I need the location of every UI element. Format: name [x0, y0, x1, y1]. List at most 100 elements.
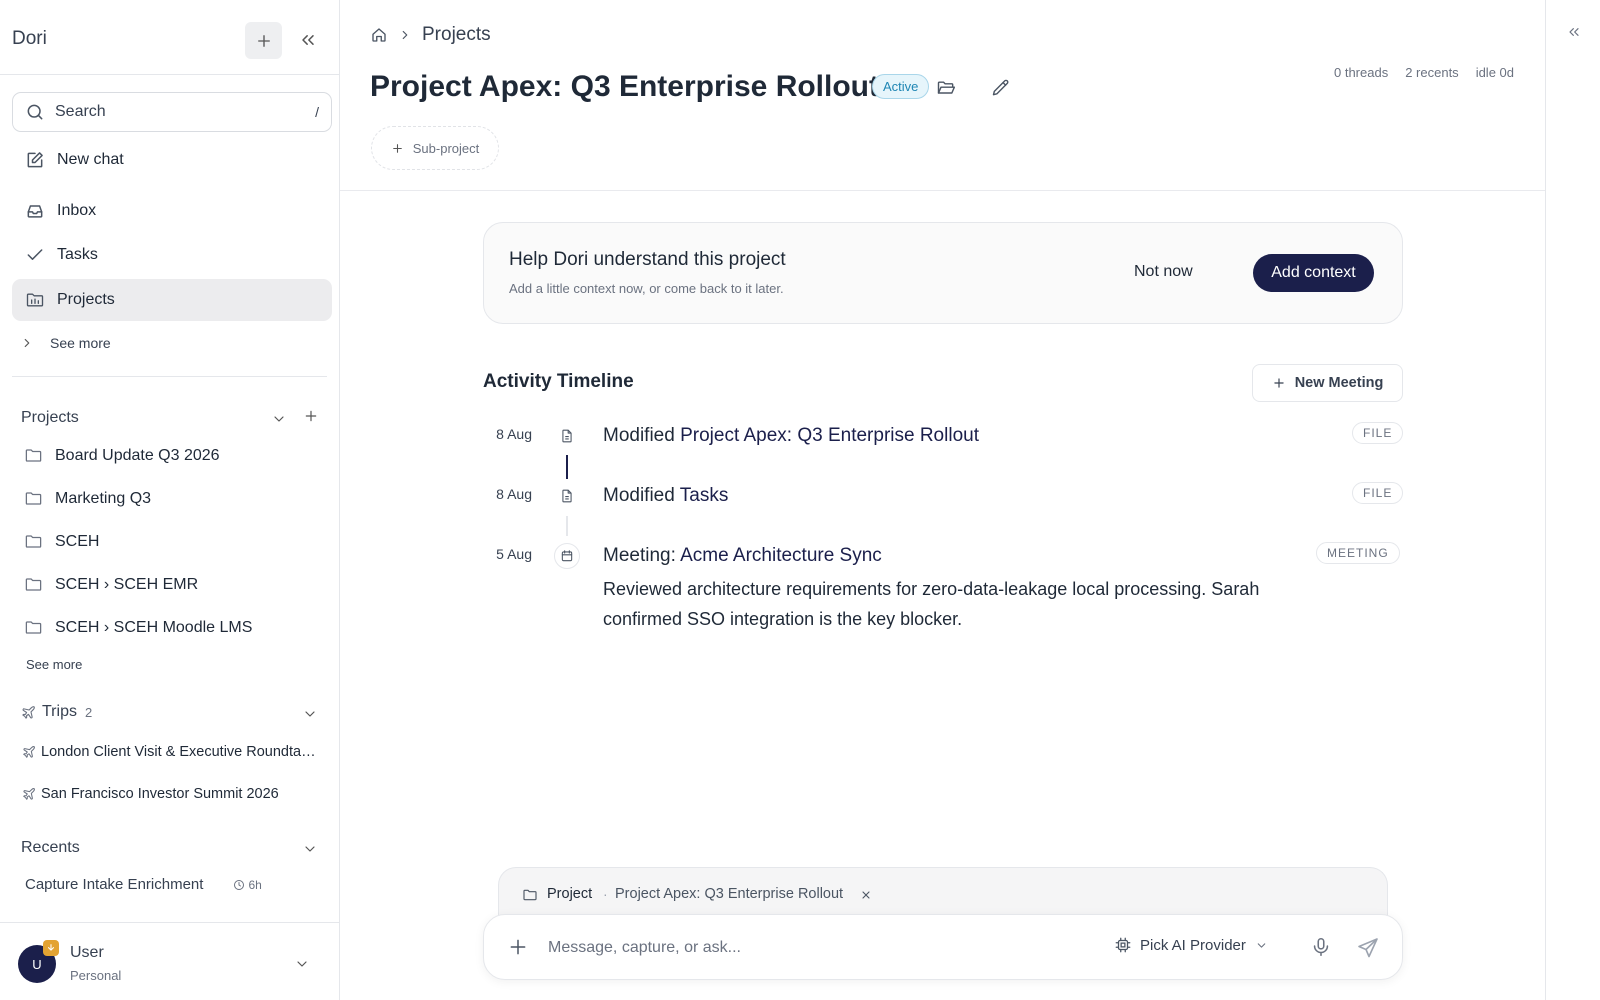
timeline-item-text[interactable]: Modified Tasks	[603, 485, 728, 507]
project-stats: 0 threads 2 recents idle 0d	[1317, 65, 1514, 80]
project-item-label: Marketing Q3	[55, 489, 152, 507]
user-workspace: Personal	[70, 968, 122, 983]
trip-item-label: San Francisco Investor Summit 2026	[41, 786, 279, 802]
subproject-label: Sub-project	[412, 140, 480, 156]
plus-icon[interactable]	[508, 937, 528, 957]
plus-icon	[391, 142, 404, 155]
not-now-button[interactable]: Not now	[1134, 263, 1193, 281]
search-icon	[25, 102, 45, 122]
recent-time-label: 6h	[248, 877, 262, 892]
timeline-item-description: Reviewed architecture requirements for z…	[603, 579, 1260, 629]
composer: Pick AI Provider	[483, 914, 1403, 980]
timeline-item-prefix: Meeting:	[603, 545, 676, 566]
edit-icon	[25, 150, 45, 170]
sidebar-header: Dori	[0, 0, 340, 75]
collapse-sidebar-icon[interactable]	[298, 30, 318, 50]
project-item-label: SCEH › SCEH Moodle LMS	[55, 618, 253, 636]
context-chip-value: Project Apex: Q3 Enterprise Rollout	[615, 886, 844, 902]
user-menu[interactable]: U User Personal	[0, 922, 340, 1000]
nav-new-chat[interactable]: New chat	[12, 139, 332, 181]
header-divider	[340, 190, 1545, 191]
nav-tasks[interactable]: Tasks	[12, 234, 332, 276]
download-badge-icon	[43, 940, 59, 956]
project-item[interactable]: Marketing Q3	[24, 489, 151, 508]
context-chip-label: Project	[547, 886, 593, 902]
sidebar-divider	[12, 376, 327, 377]
add-context-button[interactable]: Add context	[1253, 254, 1374, 292]
new-item-button[interactable]	[245, 22, 282, 59]
microphone-icon[interactable]	[1310, 936, 1332, 958]
folder-icon	[24, 532, 43, 551]
user-name: User	[70, 944, 104, 961]
timeline-item-link[interactable]: Tasks	[680, 485, 729, 506]
breadcrumb-current[interactable]: Projects	[422, 24, 491, 46]
chevron-down-icon[interactable]	[302, 841, 318, 857]
project-item[interactable]: SCEH › SCEH EMR	[24, 575, 198, 594]
chevron-down-icon[interactable]	[302, 706, 318, 722]
project-item-label: Board Update Q3 2026	[55, 446, 220, 464]
chevron-down-icon[interactable]	[271, 411, 287, 427]
pencil-icon[interactable]	[991, 78, 1011, 98]
status-badge: Active	[872, 74, 930, 99]
add-project-icon[interactable]	[303, 408, 319, 424]
see-more-nav[interactable]: See more	[20, 335, 111, 351]
chevron-right-icon	[20, 336, 34, 350]
search-button[interactable]: Search /	[12, 92, 332, 132]
folder-icon	[24, 489, 43, 508]
trip-item-label: London Client Visit & Executive Roundtab…	[41, 744, 318, 760]
home-icon[interactable]	[370, 26, 388, 44]
trip-item[interactable]: San Francisco Investor Summit 2026	[22, 786, 318, 802]
context-chip-separator: ·	[603, 886, 608, 902]
trip-item[interactable]: London Client Visit & Executive Roundtab…	[22, 744, 318, 760]
search-label: Search	[55, 103, 106, 120]
nav-projects[interactable]: Projects	[12, 279, 332, 321]
new-meeting-label: New Meeting	[1294, 375, 1384, 391]
timeline-title: Activity Timeline	[483, 371, 634, 392]
expand-panel-icon[interactable]	[1566, 24, 1582, 40]
inbox-icon	[25, 201, 45, 221]
chevron-down-icon	[294, 956, 310, 972]
send-icon[interactable]	[1356, 936, 1380, 960]
nav-inbox[interactable]: Inbox	[12, 190, 332, 232]
right-panel	[1545, 0, 1600, 1000]
nav-label: Projects	[57, 291, 115, 308]
timeline-item-text[interactable]: Modified Project Apex: Q3 Enterprise Rol…	[603, 425, 979, 447]
add-subproject-button[interactable]: Sub-project	[371, 126, 499, 170]
projects-section-title: Projects	[21, 409, 79, 426]
search-shortcut: /	[315, 104, 319, 120]
timeline-item-link[interactable]: Project Apex: Q3 Enterprise Rollout	[680, 425, 979, 446]
close-icon[interactable]	[860, 889, 872, 901]
folder-icon	[24, 446, 43, 465]
projects-icon	[25, 290, 45, 310]
timeline-date: 5 Aug	[496, 546, 532, 562]
recent-item[interactable]: Capture Intake Enrichment 6h	[25, 876, 295, 893]
timeline-date: 8 Aug	[496, 486, 532, 502]
timeline-item-link[interactable]: Acme Architecture Sync	[680, 545, 882, 566]
folder-open-icon[interactable]	[936, 78, 956, 98]
file-icon	[554, 483, 580, 509]
project-item-label: SCEH › SCEH EMR	[55, 575, 199, 593]
recent-item-time: 6h	[233, 877, 262, 892]
threads-count: 0 threads	[1334, 65, 1389, 80]
plus-icon	[1272, 376, 1286, 390]
main-content: Projects Project Apex: Q3 Enterprise Rol…	[340, 0, 1545, 1000]
message-input[interactable]	[548, 931, 1088, 965]
plane-icon	[22, 745, 36, 759]
timeline-item-text[interactable]: Meeting: Acme Architecture Sync	[603, 545, 882, 567]
recents-count: 2 recents	[1405, 65, 1459, 80]
trips-title-label: Trips	[42, 703, 77, 720]
new-meeting-button[interactable]: New Meeting	[1252, 364, 1403, 402]
nav-label: Tasks	[57, 246, 98, 263]
folder-icon	[24, 575, 43, 594]
timeline-date: 8 Aug	[496, 426, 532, 442]
breadcrumb: Projects	[370, 24, 491, 46]
project-item[interactable]: SCEH › SCEH Moodle LMS	[24, 618, 252, 637]
project-item[interactable]: Board Update Q3 2026	[24, 446, 220, 465]
chevron-down-icon	[1255, 939, 1268, 952]
pick-ai-provider-button[interactable]: Pick AI Provider	[1114, 936, 1268, 954]
project-item[interactable]: SCEH	[24, 532, 99, 551]
clock-icon	[233, 879, 245, 891]
chip-icon	[1114, 936, 1132, 954]
provider-label: Pick AI Provider	[1140, 936, 1246, 954]
see-more-projects[interactable]: See more	[26, 657, 82, 672]
